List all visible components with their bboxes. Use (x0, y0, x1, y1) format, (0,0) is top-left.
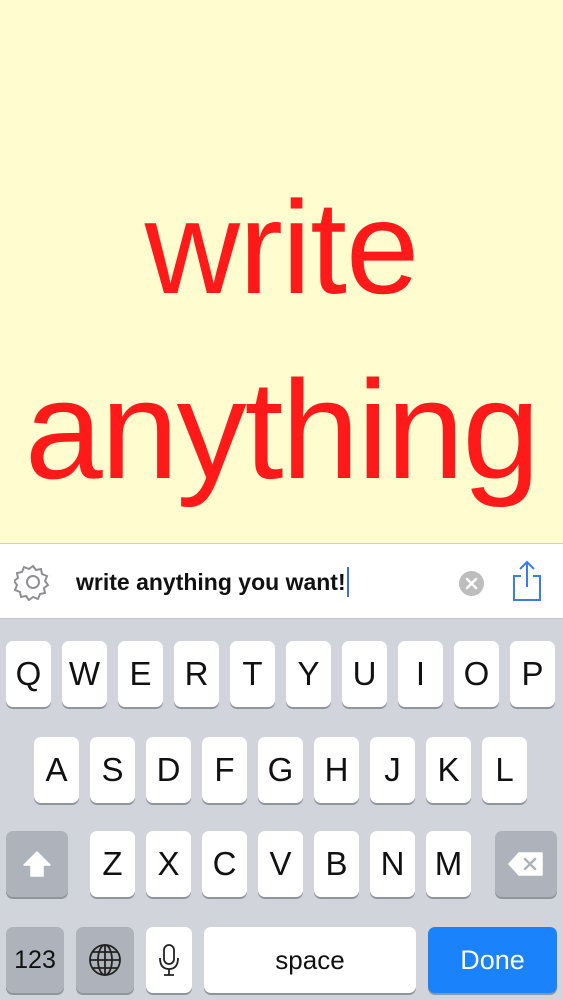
text-caret (346, 566, 349, 597)
key-s[interactable]: S (90, 737, 135, 803)
key-a[interactable]: A (34, 737, 79, 803)
key-z[interactable]: Z (90, 831, 135, 897)
shift-arrow-icon (23, 851, 51, 877)
display-text-line-2: anything (24, 351, 540, 508)
key-r[interactable]: R (174, 641, 219, 707)
text-input[interactable]: write anything you want! (76, 566, 349, 598)
shift-key[interactable] (6, 831, 68, 897)
key-o[interactable]: O (454, 641, 499, 707)
key-c[interactable]: C (202, 831, 247, 897)
key-b[interactable]: B (314, 831, 359, 897)
key-m[interactable]: M (426, 831, 471, 897)
key-x[interactable]: X (146, 831, 191, 897)
key-w[interactable]: W (62, 641, 107, 707)
writing-canvas[interactable]: write anything (0, 0, 563, 543)
key-e[interactable]: E (118, 641, 163, 707)
done-key[interactable]: Done (428, 927, 557, 993)
key-y[interactable]: Y (286, 641, 331, 707)
key-k[interactable]: K (426, 737, 471, 803)
key-l[interactable]: L (482, 737, 527, 803)
key-j[interactable]: J (370, 737, 415, 803)
microphone-key[interactable] (146, 927, 192, 993)
clear-circle-icon[interactable] (459, 571, 484, 596)
display-text-line-1: write (144, 174, 420, 321)
key-n[interactable]: N (370, 831, 415, 897)
key-t[interactable]: T (230, 641, 275, 707)
backspace-icon (508, 852, 543, 876)
space-key[interactable]: space (204, 927, 416, 993)
key-d[interactable]: D (146, 737, 191, 803)
globe-icon (89, 944, 121, 976)
numbers-key[interactable]: 123 (6, 927, 64, 993)
key-g[interactable]: G (258, 737, 303, 803)
text-input-value: write anything you want! (76, 569, 346, 595)
keyboard: QWERTYUIOP ASDFGHJKL ZXCVBNM 123 space D… (0, 619, 563, 1000)
microphone-icon (159, 944, 179, 976)
delete-key[interactable] (495, 831, 557, 897)
key-u[interactable]: U (342, 641, 387, 707)
key-f[interactable]: F (202, 737, 247, 803)
globe-key[interactable] (76, 927, 134, 993)
gear-icon[interactable] (12, 563, 52, 602)
key-h[interactable]: H (314, 737, 359, 803)
key-p[interactable]: P (510, 641, 555, 707)
input-bar: write anything you want! (0, 543, 563, 619)
key-q[interactable]: Q (6, 641, 51, 707)
key-v[interactable]: V (258, 831, 303, 897)
share-icon[interactable] (510, 559, 544, 603)
key-i[interactable]: I (398, 641, 443, 707)
